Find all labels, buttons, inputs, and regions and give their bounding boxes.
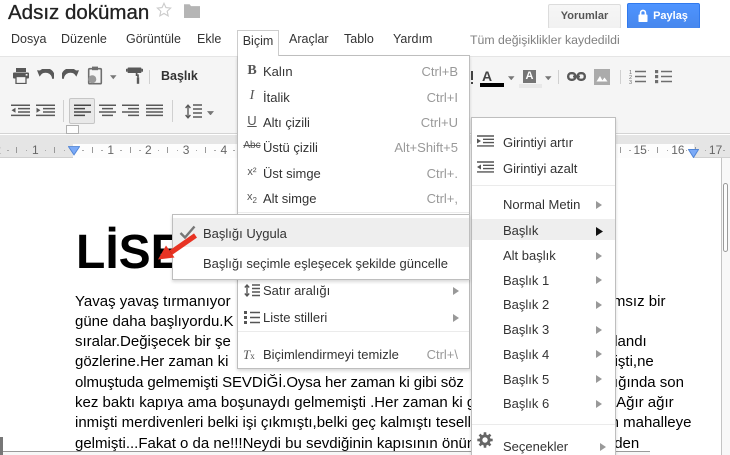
svg-text:3: 3 [629,80,632,84]
